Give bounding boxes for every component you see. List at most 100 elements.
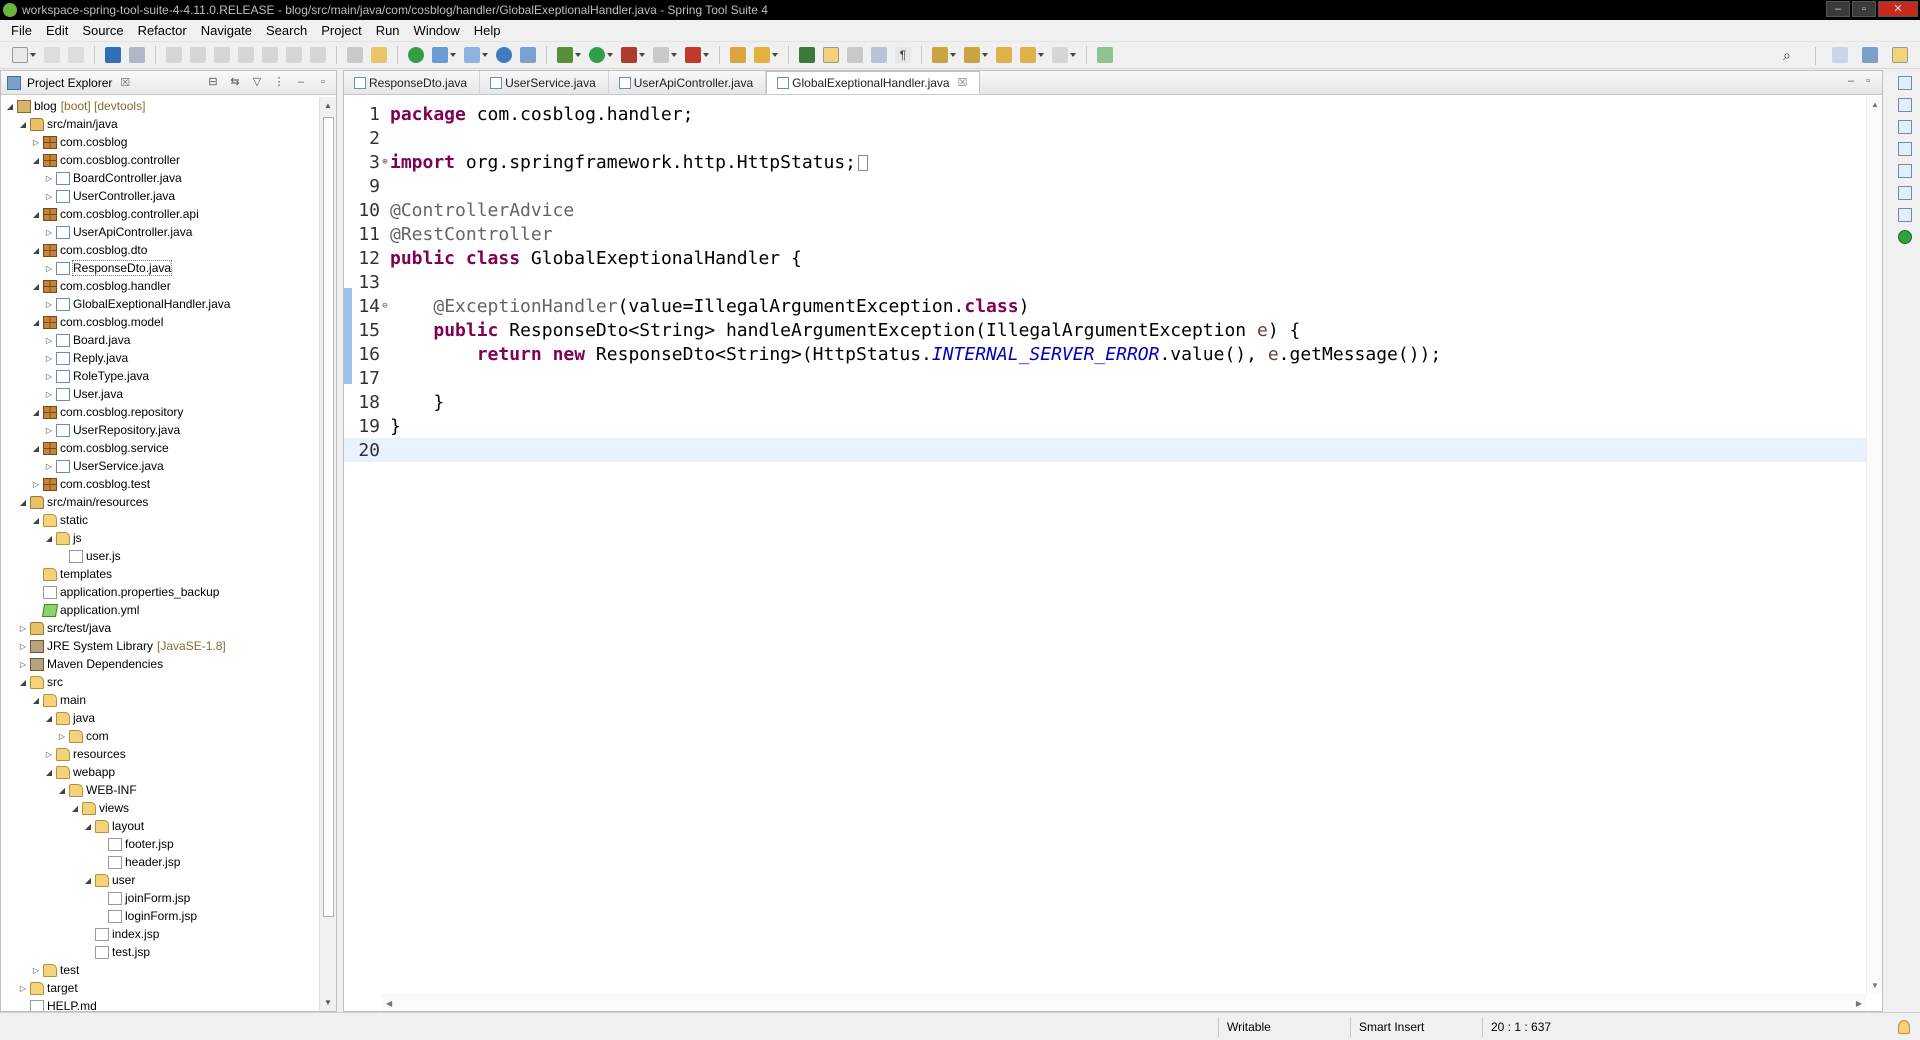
collapsed-arrow-icon[interactable]: ▷ [44,390,54,399]
open-perspective-icon[interactable] [1832,47,1848,63]
collapsed-arrow-icon[interactable]: ▷ [44,750,54,759]
step-return-icon[interactable] [310,47,326,63]
terminate-icon[interactable] [214,47,230,63]
collapsed-arrow-icon[interactable]: ▷ [31,480,41,489]
scroll-left-icon[interactable]: ◀ [386,999,392,1008]
collapsed-arrow-icon[interactable]: ▷ [44,192,54,201]
spring-perspective-icon[interactable] [1892,47,1908,63]
tree-item[interactable]: ▷ resources [1,745,321,763]
boot-dashboard-icon[interactable] [408,47,424,63]
forward-icon[interactable] [1052,47,1068,63]
problems-icon[interactable] [1898,120,1912,134]
coverage-icon[interactable] [621,47,637,63]
toggle-mark-icon[interactable] [371,47,387,63]
tree-item[interactable]: ◢ com.cosblog.handler [1,277,321,295]
tree-item[interactable]: ▷ UserRepository.java [1,421,321,439]
minimize-icon[interactable]: – [294,75,308,89]
collapsed-arrow-icon[interactable]: ▷ [44,426,54,435]
editor-tab[interactable]: GlobalExeptionalHandler.java ☒ [766,71,981,94]
tree-item[interactable]: ◢ views [1,799,321,817]
expanded-arrow-icon[interactable]: ◢ [31,210,41,219]
expanded-arrow-icon[interactable]: ◢ [44,768,54,777]
expanded-arrow-icon[interactable]: ◢ [83,876,93,885]
tree-item[interactable]: ▷ UserController.java [1,187,321,205]
suspend-icon[interactable] [190,47,206,63]
lightbulb-icon[interactable] [1898,1020,1910,1034]
expanded-arrow-icon[interactable]: ◢ [57,786,67,795]
chevron-down-icon[interactable] [482,53,488,57]
code-line[interactable]: 18 } [344,390,1866,414]
minimize-icon[interactable]: – [1848,75,1854,87]
chevron-down-icon[interactable] [671,53,677,57]
expanded-arrow-icon[interactable]: ◢ [83,822,93,831]
spring-symbols-icon[interactable] [1898,142,1912,156]
expanded-arrow-icon[interactable]: ◢ [44,714,54,723]
pin-editor-icon[interactable] [1097,47,1113,63]
project-explorer-title[interactable]: Project Explorer [27,76,112,90]
tree-item[interactable]: ◢ layout [1,817,321,835]
disconnect-icon[interactable] [238,47,254,63]
step-over-icon[interactable] [286,47,302,63]
tree-item[interactable]: HELP.md [1,997,321,1011]
collapsed-arrow-icon[interactable]: ▷ [44,336,54,345]
highlight-icon[interactable] [823,47,839,63]
tree-item[interactable]: test.jsp [1,943,321,961]
tree-item[interactable]: loginForm.jsp [1,907,321,925]
progress-icon[interactable] [1898,208,1912,222]
expanded-arrow-icon[interactable]: ◢ [31,246,41,255]
tree-item[interactable]: ▷ ResponseDto.java [1,259,321,277]
code-line[interactable]: 15 public ResponseDto<String> handleArgu… [344,318,1866,342]
scroll-right-icon[interactable]: ▶ [1856,999,1862,1008]
collapsed-arrow-icon[interactable]: ▷ [44,174,54,183]
scroll-up-icon[interactable]: ▲ [1871,100,1879,109]
resume-icon[interactable] [166,47,182,63]
tree-item[interactable]: templates [1,565,321,583]
close-tab-icon[interactable]: ☒ [958,76,968,89]
editor-tab[interactable]: UserApiController.java [609,71,767,94]
collapsed-arrow-icon[interactable]: ▷ [44,228,54,237]
link-with-editor-icon[interactable]: ⇆ [228,75,242,89]
code-line[interactable]: 13 [344,270,1866,294]
collapsed-arrow-icon[interactable]: ▷ [44,372,54,381]
editor-tab[interactable]: ResponseDto.java [344,71,481,94]
tree-item[interactable]: ◢ js [1,529,321,547]
tree-item[interactable]: ▷ UserApiController.java [1,223,321,241]
expanded-arrow-icon[interactable]: ◢ [70,804,80,813]
tree-item[interactable]: ◢ src [1,673,321,691]
tree-item[interactable]: header.jsp [1,853,321,871]
chevron-down-icon[interactable] [450,53,456,57]
code-line[interactable]: 19} [344,414,1866,438]
tree-item[interactable]: ▷ RoleType.java [1,367,321,385]
annotation-nav-icon[interactable] [799,47,815,63]
tree-item[interactable]: ◢ static [1,511,321,529]
tree-item[interactable]: ▷ com.cosblog.test [1,475,321,493]
collapsed-arrow-icon[interactable]: ▷ [18,984,28,993]
tree-item[interactable]: ▷ UserService.java [1,457,321,475]
scroll-down-icon[interactable]: ▼ [1871,981,1879,990]
close-icon[interactable]: ✕ [1878,1,1918,17]
code-line[interactable]: 17 [344,366,1866,390]
menu-edit[interactable]: Edit [39,23,75,38]
tree-item[interactable]: ◢ src/main/java [1,115,321,133]
tree-item[interactable]: ◢ com.cosblog.dto [1,241,321,259]
collapsed-arrow-icon[interactable]: ▷ [18,660,28,669]
boot-dashboard-view-icon[interactable] [1898,230,1912,244]
tree-item[interactable]: ◢ com.cosblog.controller [1,151,321,169]
external-tools-icon[interactable] [685,47,701,63]
tree-item[interactable]: ◢ webapp [1,763,321,781]
code-line[interactable]: 11 @RestController [344,222,1866,246]
collapsed-arrow-icon[interactable]: ▷ [31,966,41,975]
collapsed-arrow-icon[interactable]: ▷ [18,624,28,633]
back-icon[interactable] [1020,47,1036,63]
tree-item[interactable]: ◢ src/main/resources [1,493,321,511]
tree-item[interactable]: ▷ GlobalExeptionalHandler.java [1,295,321,313]
chevron-down-icon[interactable] [982,53,988,57]
chevron-down-icon[interactable] [1038,53,1044,57]
code-line[interactable]: 9 [344,174,1866,198]
tree-item[interactable]: ◢ com.cosblog.controller.api [1,205,321,223]
tree-item[interactable]: ▷ BoardController.java [1,169,321,187]
maximize-icon[interactable]: ▫ [1852,1,1876,17]
menu-project[interactable]: Project [314,23,368,38]
tree-item[interactable]: ▷ target [1,979,321,997]
tree-item[interactable]: ◢ java [1,709,321,727]
